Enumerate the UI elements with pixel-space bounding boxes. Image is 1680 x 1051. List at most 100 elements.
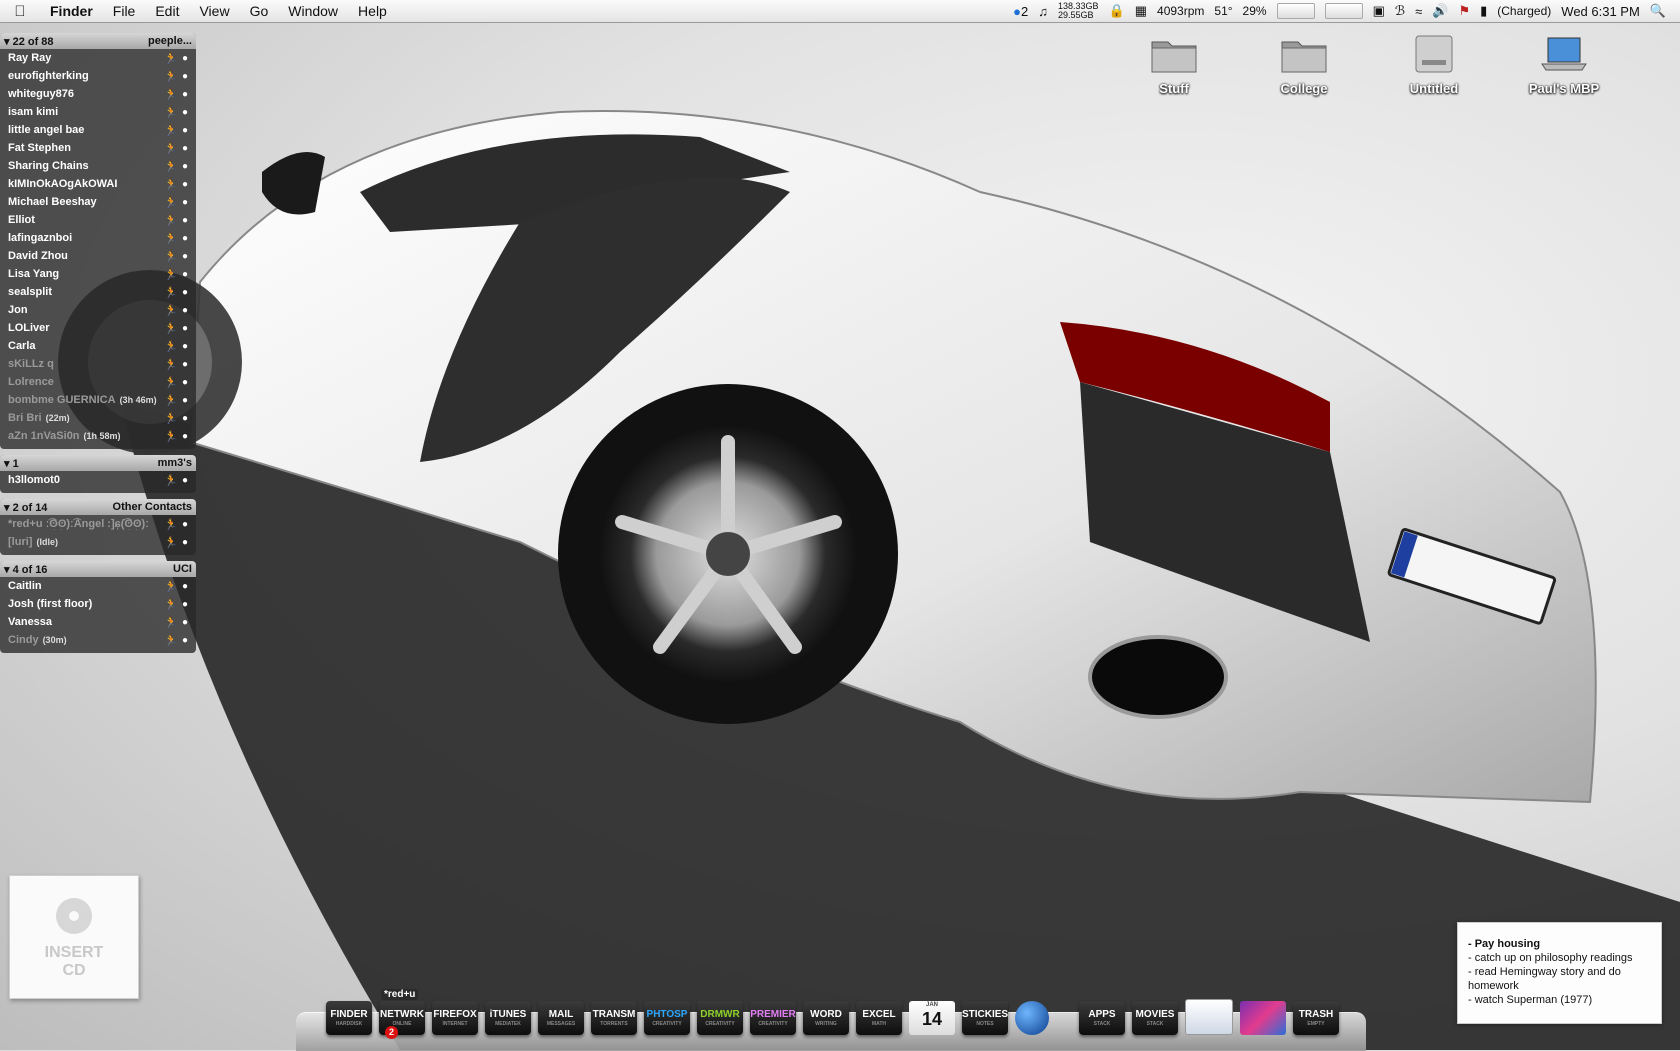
buddy-row[interactable]: sKiLLz q 🏃 ● xyxy=(0,355,196,373)
buddy-row[interactable]: lafingaznboi 🏃 ● xyxy=(0,229,196,247)
globe-app-icon[interactable] xyxy=(1015,1001,1049,1035)
buddy-name: Cindy (30m) xyxy=(8,634,164,646)
buddy-row[interactable]: Jon 🏃 ● xyxy=(0,301,196,319)
notification-icon[interactable]: ●2 xyxy=(1013,4,1028,19)
group-count: ▾ 4 of 16 xyxy=(4,563,48,576)
dock-item-stickies[interactable]: STICKIES NOTES xyxy=(962,1001,1008,1035)
itunes-note-icon[interactable]: ♫ xyxy=(1038,4,1048,19)
dock-item-itunes[interactable]: iTUNES MEDIATEK xyxy=(485,1001,531,1035)
memory-meter-graph[interactable] xyxy=(1324,3,1363,19)
us-flag-input-icon[interactable]: ⚑ xyxy=(1458,3,1470,19)
buddy-row[interactable]: Lisa Yang 🏃 ● xyxy=(0,265,196,283)
dock-item-calendar[interactable]: JAN 14 xyxy=(909,1001,955,1035)
dock-sublabel: CREATIVITY xyxy=(705,1021,735,1027)
dock-item-network[interactable]: *red+u NETWRK ONLINE 2 xyxy=(379,989,425,1039)
buddy-row[interactable]: aZn 1nVaSi0n (1h 58m) 🏃 ● xyxy=(0,427,196,445)
buddy-row[interactable]: LOLiver 🏃 ● xyxy=(0,319,196,337)
sticky-note[interactable]: - Pay housing - catch up on philosophy r… xyxy=(1457,922,1662,1024)
buddy-row[interactable]: eurofighterking 🏃 ● xyxy=(0,67,196,85)
menu-app-finder[interactable]: Finder xyxy=(40,3,103,19)
buddy-row[interactable]: Michael Beeshay 🏃 ● xyxy=(0,193,196,211)
buddy-group-header[interactable]: ▾ 22 of 88 peeple... xyxy=(0,33,196,49)
insert-cd-widget[interactable]: INSERT CD xyxy=(9,875,139,999)
buddy-row[interactable]: [luri] (Idle) 🏃 ● xyxy=(0,533,196,551)
wifi-icon[interactable]: ≈ xyxy=(1415,4,1422,19)
fan-speed[interactable]: 4093rpm xyxy=(1157,4,1204,18)
spaces-icon[interactable]: ▦ xyxy=(1135,3,1147,19)
desktop-icon-stuff[interactable]: Stuff xyxy=(1124,34,1224,96)
lock-icon[interactable]: 🔒 xyxy=(1109,3,1125,19)
buddy-name-text: Cindy xyxy=(8,634,39,646)
buddy-row[interactable]: little angel bae 🏃 ● xyxy=(0,121,196,139)
menu-file[interactable]: File xyxy=(103,3,146,19)
buddy-row[interactable]: Cindy (30m) 🏃 ● xyxy=(0,631,196,649)
buddy-name: Lisa Yang xyxy=(8,268,164,280)
buddy-row[interactable]: Ray Ray 🏃 ● xyxy=(0,49,196,67)
dock-item-premiere[interactable]: PREMIER CREATIVITY xyxy=(750,1001,796,1035)
dock-item-dreamweaver[interactable]: DRMWR CREATIVITY xyxy=(697,1001,743,1035)
buddy-row[interactable]: Carla 🏃 ● xyxy=(0,337,196,355)
buddy-row[interactable]: Vanessa 🏃 ● xyxy=(0,613,196,631)
buddy-row[interactable]: Sharing Chains 🏃 ● xyxy=(0,157,196,175)
buddy-row[interactable]: Bri Bri (22m) 🏃 ● xyxy=(0,409,196,427)
buddy-row[interactable]: Josh (first floor) 🏃 ● xyxy=(0,595,196,613)
cpu-meter-graph[interactable] xyxy=(1276,3,1315,19)
menu-view[interactable]: View xyxy=(189,3,239,19)
running-man-icon: 🏃 xyxy=(164,518,178,531)
dock-item-trash[interactable]: TRASH EMPTY xyxy=(1293,1001,1339,1035)
dock-item-mail[interactable]: MAIL MESSAGES xyxy=(538,1001,584,1035)
dock-item-photoshop[interactable]: PHTOSP CREATIVITY xyxy=(644,1001,690,1035)
desktop-icon-pauls-mbp[interactable]: Paul's MBP xyxy=(1514,34,1614,96)
buddy-row[interactable]: Caitlin 🏃 ● xyxy=(0,577,196,595)
menu-window[interactable]: Window xyxy=(278,3,348,19)
buddy-row[interactable]: whiteguy876 🏃 ● xyxy=(0,85,196,103)
temperature[interactable]: 51° xyxy=(1214,4,1232,18)
battery-icon[interactable]: ▮ xyxy=(1480,3,1487,19)
buddy-row[interactable]: bombme GUERNICA (3h 46m) 🏃 ● xyxy=(0,391,196,409)
buddy-row[interactable]: Elliot 🏃 ● xyxy=(0,211,196,229)
disk-usage-readout[interactable]: 138.33GB 29.55GB xyxy=(1058,2,1099,20)
clock[interactable]: Wed 6:31 PM xyxy=(1561,4,1640,19)
volume-icon[interactable]: 🔊 xyxy=(1432,3,1448,19)
buddy-row[interactable]: h3llomot0 🏃 ● xyxy=(0,471,196,489)
dock-stack-movies[interactable]: MOVIES STACK xyxy=(1132,1001,1178,1035)
dock-item-word[interactable]: WORD WRITING xyxy=(803,1001,849,1035)
running-man-icon: 🏃 xyxy=(164,340,178,353)
running-man-icon: 🏃 xyxy=(164,536,178,549)
buddy-row[interactable]: Fat Stephen 🏃 ● xyxy=(0,139,196,157)
buddy-name-text: Sharing Chains xyxy=(8,160,89,172)
running-man-icon: 🏃 xyxy=(164,358,178,371)
buddy-row[interactable]: isam kimi 🏃 ● xyxy=(0,103,196,121)
buddy-group-header[interactable]: ▾ 2 of 14 Other Contacts xyxy=(0,499,196,515)
disk-usage-bottom: 29.55GB xyxy=(1058,10,1094,20)
dock-item-transmission[interactable]: TRANSM TORRENTS xyxy=(591,1001,637,1035)
desktop-icon-college[interactable]: College xyxy=(1254,34,1354,96)
buddy-row[interactable]: Lolrence 🏃 ● xyxy=(0,373,196,391)
dock-item-finder[interactable]: FINDER HARDDISK xyxy=(326,1001,372,1035)
dock-stack-apps[interactable]: APPS STACK xyxy=(1079,1001,1125,1035)
buddy-row[interactable]: kIMInOkAOgAkOWAI 🏃 ● xyxy=(0,175,196,193)
dock-item-excel[interactable]: EXCEL MATH xyxy=(856,1001,902,1035)
bluetooth-icon[interactable]: ℬ xyxy=(1395,3,1405,19)
buddy-group-header[interactable]: ▾ 4 of 16 UCI xyxy=(0,561,196,577)
apple-menu-icon[interactable]:  xyxy=(0,3,40,20)
desktop-icon-untitled[interactable]: Untitled xyxy=(1384,34,1484,96)
notification-count: 2 xyxy=(1021,3,1029,19)
buddy-row[interactable]: sealsplit 🏃 ● xyxy=(0,283,196,301)
cpu-usage[interactable]: 29% xyxy=(1243,4,1267,18)
buddy-row[interactable]: David Zhou 🏃 ● xyxy=(0,247,196,265)
menu-edit[interactable]: Edit xyxy=(145,3,189,19)
dock-image-thumbnail[interactable] xyxy=(1240,1001,1286,1035)
spotlight-icon[interactable]: 🔍 xyxy=(1650,3,1666,19)
menu-help[interactable]: Help xyxy=(348,3,397,19)
display-icon[interactable]: ▣ xyxy=(1373,3,1385,19)
menu-bar:  Finder File Edit View Go Window Help ●… xyxy=(0,0,1680,23)
sticky-item: - catch up on philosophy readings xyxy=(1468,952,1633,964)
dock-item-firefox[interactable]: FIREFOX INTERNET xyxy=(432,1001,478,1035)
buddy-group-header[interactable]: ▾ 1 mm3's xyxy=(0,455,196,471)
buddy-name-text: aZn 1nVaSi0n xyxy=(8,430,80,442)
buddy-row[interactable]: *red+u ː͡ʘ͜ʘ)ː͡Angel :]ɕ̜(͡ʘ͜ʘ)ː 🏃 ● xyxy=(0,515,196,533)
dock-document-thumbnail[interactable] xyxy=(1185,999,1233,1035)
menu-go[interactable]: Go xyxy=(240,3,279,19)
battery-status[interactable]: (Charged) xyxy=(1497,4,1551,18)
